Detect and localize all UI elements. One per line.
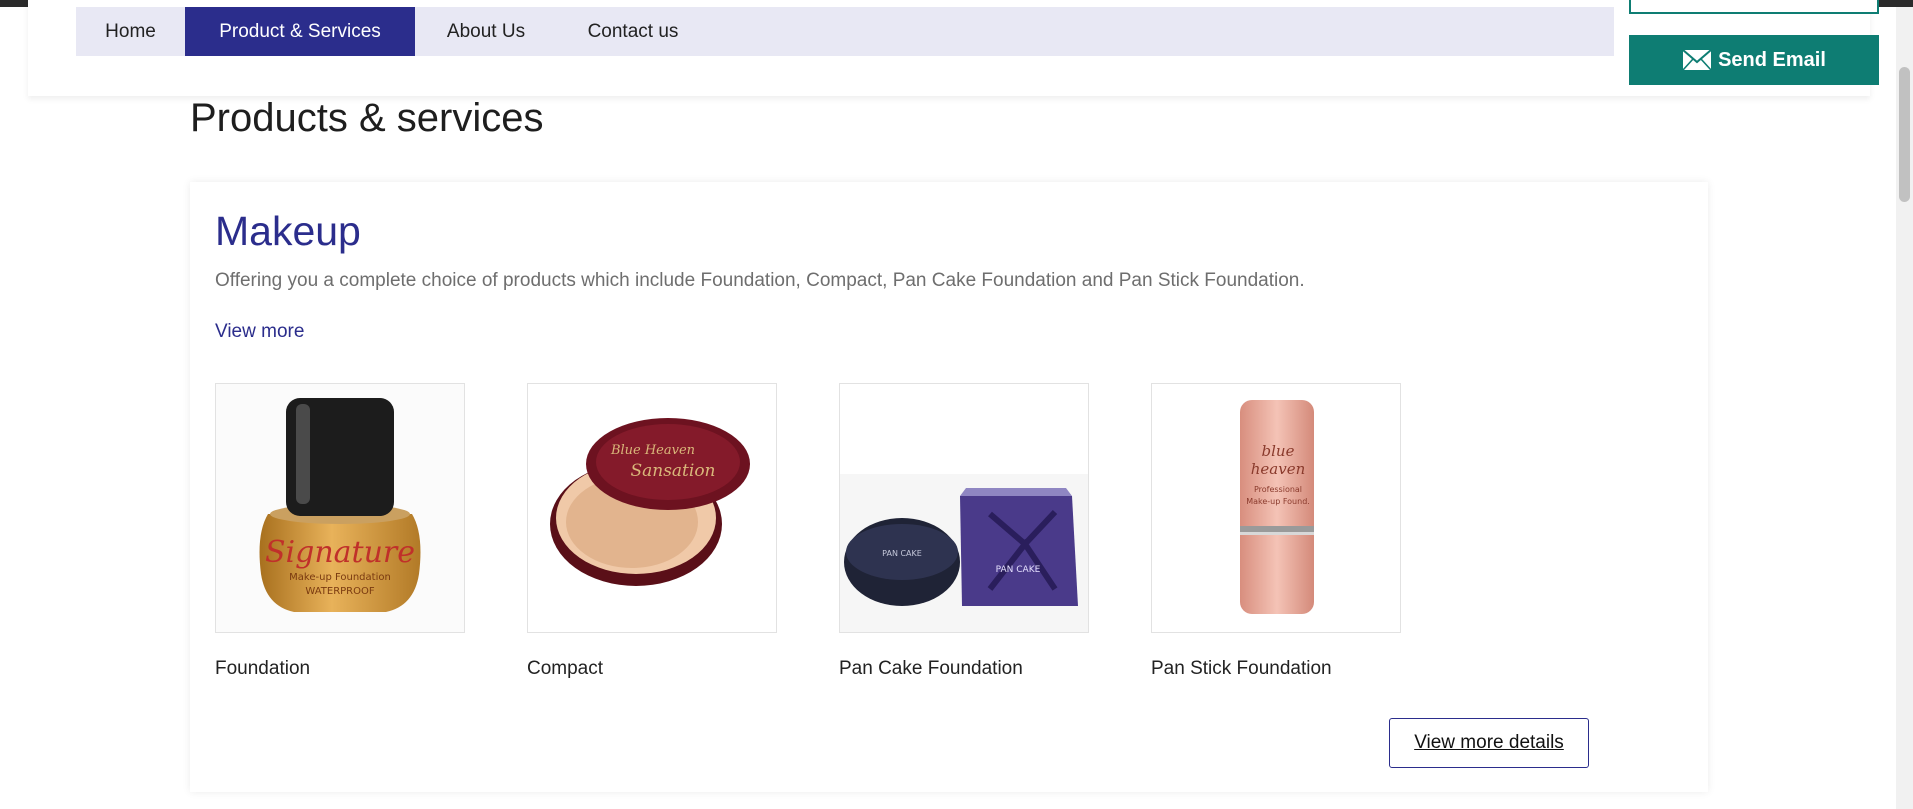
nav-home[interactable]: Home xyxy=(76,7,185,56)
send-email-label: Send Email xyxy=(1718,48,1826,71)
product-card-pan-cake-foundation[interactable]: PAN CAKE PAN CAKE Pan Cake Foundation xyxy=(839,383,1089,680)
svg-text:Sansation: Sansation xyxy=(630,461,715,481)
product-card-pan-stick-foundation[interactable]: blue heaven Professional Make-up Found. … xyxy=(1151,383,1401,680)
svg-text:PAN CAKE: PAN CAKE xyxy=(996,565,1041,575)
view-more-details-button[interactable]: View more details xyxy=(1389,718,1589,768)
header-input-field[interactable] xyxy=(1629,0,1879,14)
product-name: Pan Cake Foundation xyxy=(839,658,1023,679)
svg-text:Make-up Found.: Make-up Found. xyxy=(1246,497,1310,506)
svg-text:Professional: Professional xyxy=(1254,485,1302,494)
page-title: Products & services xyxy=(190,96,544,140)
send-email-button[interactable]: Send Email xyxy=(1629,35,1879,85)
svg-text:PAN CAKE: PAN CAKE xyxy=(882,549,922,558)
product-image-pan-cake-foundation: PAN CAKE PAN CAKE xyxy=(839,383,1089,633)
main-navigation: Home Product & Services About Us Contact… xyxy=(76,7,1614,56)
product-name: Pan Stick Foundation xyxy=(1151,658,1332,679)
svg-text:Signature: Signature xyxy=(265,535,415,570)
site-header: Home Product & Services About Us Contact… xyxy=(28,0,1879,96)
product-name: Foundation xyxy=(215,658,311,679)
svg-text:Blue Heaven: Blue Heaven xyxy=(610,443,695,458)
svg-text:Make-up Foundation: Make-up Foundation xyxy=(289,572,391,583)
makeup-card: Makeup Offering you a complete choice of… xyxy=(190,182,1708,792)
svg-text:heaven: heaven xyxy=(1251,460,1306,478)
product-image-pan-stick-foundation: blue heaven Professional Make-up Found. xyxy=(1151,383,1401,633)
nav-contact-us[interactable]: Contact us xyxy=(557,7,709,56)
svg-text:WATERPROOF: WATERPROOF xyxy=(305,586,375,597)
product-name: Compact xyxy=(527,658,604,679)
nav-products-services[interactable]: Product & Services xyxy=(185,7,415,56)
section-title: Makeup xyxy=(215,208,361,254)
svg-text:blue: blue xyxy=(1262,442,1295,460)
product-image-foundation: Signature Make-up Foundation WATERPROOF xyxy=(215,383,465,633)
page-scrollbar[interactable] xyxy=(1896,7,1913,809)
envelope-icon xyxy=(1682,49,1712,71)
product-card-foundation[interactable]: Signature Make-up Foundation WATERPROOF … xyxy=(215,383,465,680)
scrollbar-thumb[interactable] xyxy=(1899,67,1910,202)
product-card-compact[interactable]: Blue Heaven Sansation Compact xyxy=(527,383,777,680)
section-description: Offering you a complete choice of produc… xyxy=(215,270,1305,291)
view-more-link[interactable]: View more xyxy=(215,321,304,343)
nav-about-us[interactable]: About Us xyxy=(415,7,557,56)
product-image-compact: Blue Heaven Sansation xyxy=(527,383,777,633)
